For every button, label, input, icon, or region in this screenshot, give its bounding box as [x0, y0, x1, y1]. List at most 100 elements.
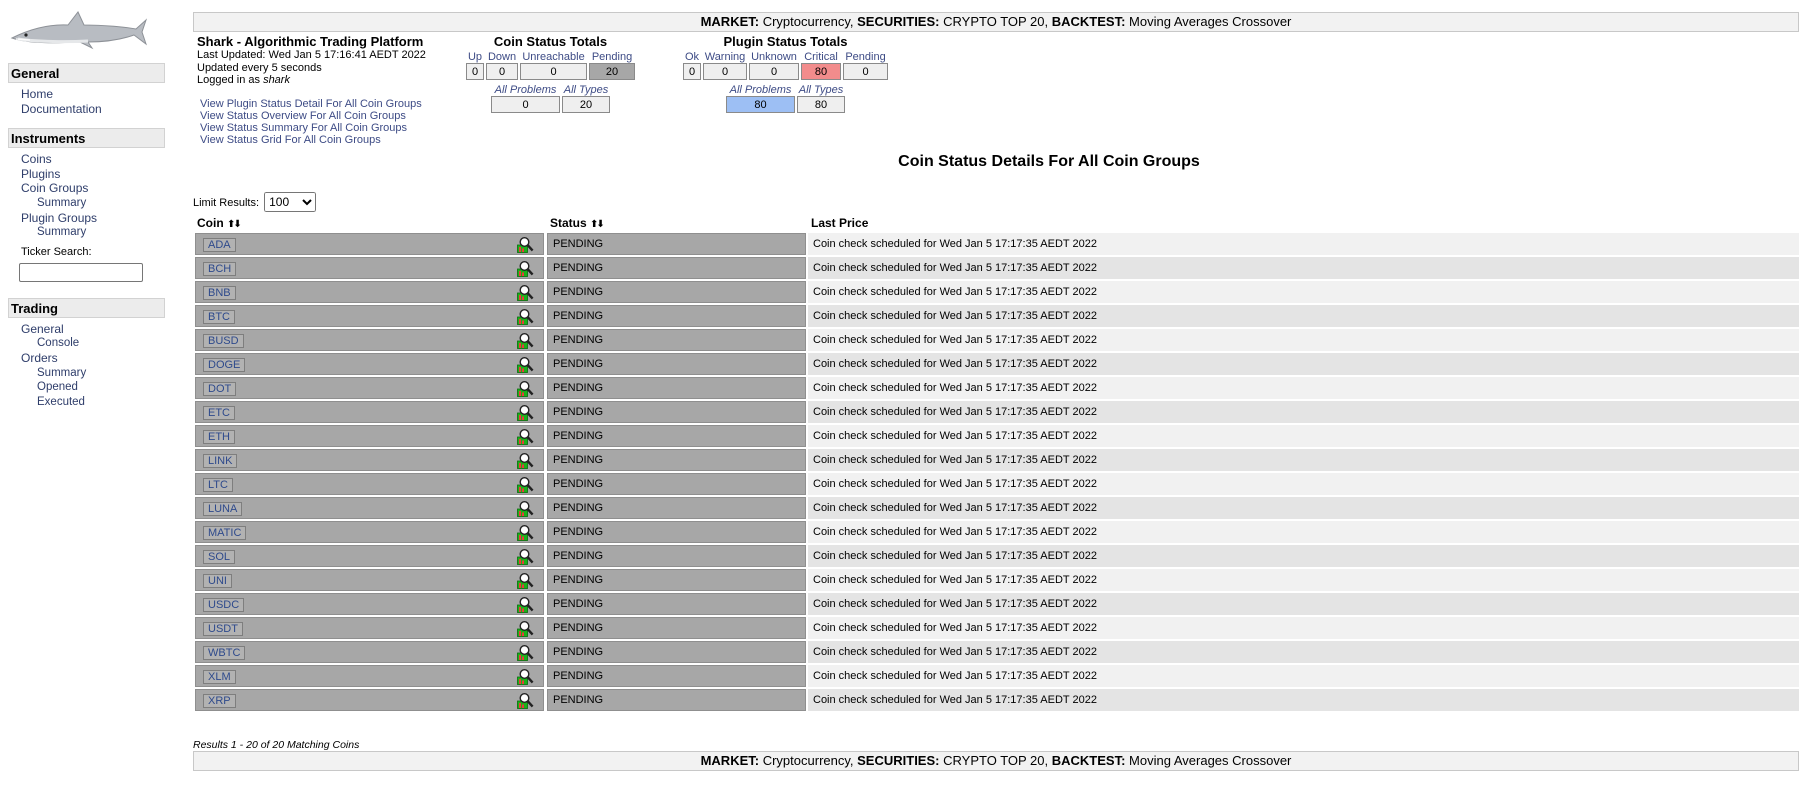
magnifier-chart-icon[interactable] — [517, 452, 534, 469]
coin-link[interactable]: ETC — [203, 406, 235, 420]
magnifier-chart-icon[interactable] — [517, 380, 534, 397]
coin-link[interactable]: WBTC — [203, 646, 246, 660]
coin-link[interactable]: UNI — [203, 574, 232, 588]
sidebar-item-orders-opened[interactable]: Opened — [37, 380, 165, 395]
coin-cell: UNI — [195, 569, 544, 591]
magnifier-chart-icon[interactable] — [517, 284, 534, 301]
sidebar-item-orders-summary[interactable]: Summary — [37, 366, 165, 381]
coin-cell: ADA — [195, 233, 544, 255]
magnifier-chart-icon[interactable] — [517, 260, 534, 277]
plugin-total-header-all-problems[interactable]: All Problems — [726, 84, 795, 96]
ticker-search-input[interactable] — [19, 262, 143, 282]
magnifier-chart-icon[interactable] — [517, 428, 534, 445]
coin-link[interactable]: USDC — [203, 598, 245, 612]
coin-total-header-up[interactable]: Up — [466, 51, 484, 63]
coin-total-header-unreachable[interactable]: Unreachable — [520, 51, 587, 63]
sidebar: General Home Documentation Instruments C… — [8, 10, 165, 409]
coin-link[interactable]: BTC — [203, 310, 235, 324]
magnifier-chart-icon[interactable] — [517, 572, 534, 589]
last-price-cell: Coin check scheduled for Wed Jan 5 17:17… — [808, 449, 1799, 471]
sidebar-item-documentation[interactable]: Documentation — [21, 102, 165, 117]
magnifier-chart-icon[interactable] — [517, 236, 534, 253]
sidebar-item-orders[interactable]: Orders — [21, 351, 165, 366]
coin-cell: SOL — [195, 545, 544, 567]
magnifier-chart-icon[interactable] — [517, 524, 534, 541]
coin-link[interactable]: MATIC — [203, 526, 247, 540]
sidebar-item-plugin-groups-summary[interactable]: Summary — [37, 225, 165, 240]
magnifier-chart-icon[interactable] — [517, 500, 534, 517]
plugin-total-header-pending[interactable]: Pending — [843, 51, 888, 63]
magnifier-chart-icon[interactable] — [517, 332, 534, 349]
magnifier-chart-icon[interactable] — [517, 692, 534, 709]
sort-arrows-icon[interactable]: ⬆⬇ — [590, 219, 605, 230]
link-plugin-status-detail[interactable]: View Plugin Status Detail For All Coin G… — [200, 98, 422, 110]
coin-status-totals: Coin Status Totals Up Down Unreachable P… — [464, 34, 637, 113]
coin-link[interactable]: BCH — [203, 262, 237, 276]
magnifier-chart-icon[interactable] — [517, 620, 534, 637]
sidebar-item-coins[interactable]: Coins — [21, 152, 165, 167]
coin-link[interactable]: BNB — [203, 286, 236, 300]
coin-cell: LUNA — [195, 497, 544, 519]
coin-total-header-all-types[interactable]: All Types — [562, 84, 610, 96]
sidebar-item-coin-groups-summary[interactable]: Summary — [37, 196, 165, 211]
backtest-value: Moving Averages Crossover — [1129, 14, 1292, 29]
coin-link[interactable]: ETH — [203, 430, 235, 444]
link-status-summary[interactable]: View Status Summary For All Coin Groups — [200, 122, 422, 134]
securities-value: CRYPTO TOP 20, — [943, 14, 1049, 29]
plugin-total-header-ok[interactable]: Ok — [683, 51, 701, 63]
coin-cell: BCH — [195, 257, 544, 279]
coin-link[interactable]: SOL — [203, 550, 236, 564]
status-cell: PENDING — [547, 665, 806, 687]
shark-logo[interactable] — [8, 10, 148, 52]
coin-link[interactable]: LTC — [203, 478, 233, 492]
sidebar-item-coin-groups[interactable]: Coin Groups — [21, 181, 165, 196]
last-price-cell: Coin check scheduled for Wed Jan 5 17:17… — [808, 665, 1799, 687]
last-price-cell: Coin check scheduled for Wed Jan 5 17:17… — [808, 353, 1799, 375]
status-cell: PENDING — [547, 353, 806, 375]
plugin-total-header-warning[interactable]: Warning — [703, 51, 747, 63]
link-status-overview[interactable]: View Status Overview For All Coin Groups — [200, 110, 422, 122]
sidebar-item-home[interactable]: Home — [21, 87, 165, 102]
coin-link[interactable]: USDT — [203, 622, 243, 636]
ticker-search-label: Ticker Search: — [21, 245, 92, 258]
coin-link[interactable]: DOGE — [203, 358, 246, 372]
sidebar-item-console[interactable]: Console — [37, 336, 165, 351]
magnifier-chart-icon[interactable] — [517, 308, 534, 325]
magnifier-chart-icon[interactable] — [517, 668, 534, 685]
coin-link[interactable]: ADA — [203, 238, 236, 252]
sort-arrows-icon[interactable]: ⬆⬇ — [227, 219, 242, 230]
coin-link[interactable]: LUNA — [203, 502, 243, 516]
coin-link[interactable]: XRP — [203, 694, 236, 708]
sidebar-item-plugins[interactable]: Plugins — [21, 167, 165, 182]
link-status-grid[interactable]: View Status Grid For All Coin Groups — [200, 134, 422, 146]
coin-link[interactable]: DOT — [203, 382, 237, 396]
coin-total-header-pending[interactable]: Pending — [589, 51, 635, 63]
magnifier-chart-icon[interactable] — [517, 404, 534, 421]
plugin-total-header-unknown[interactable]: Unknown — [749, 51, 799, 63]
sidebar-item-trading-general[interactable]: General — [21, 322, 165, 337]
status-cell: PENDING — [547, 593, 806, 615]
sidebar-item-orders-executed[interactable]: Executed — [37, 395, 165, 410]
column-header-last-price-label: Last Price — [811, 216, 869, 230]
coin-cell: BUSD — [195, 329, 544, 351]
magnifier-chart-icon[interactable] — [517, 548, 534, 565]
coin-status-summary-table: All Problems All Types 0 20 — [489, 84, 612, 113]
coin-total-header-down[interactable]: Down — [486, 51, 518, 63]
magnifier-chart-icon[interactable] — [517, 356, 534, 373]
status-cell: PENDING — [547, 449, 806, 471]
platform-title: Shark - Algorithmic Trading Platform — [197, 34, 424, 49]
magnifier-chart-icon[interactable] — [517, 476, 534, 493]
coin-cell: XLM — [195, 665, 544, 687]
plugin-total-header-all-types[interactable]: All Types — [797, 84, 845, 96]
magnifier-chart-icon[interactable] — [517, 644, 534, 661]
coin-link[interactable]: XLM — [203, 670, 236, 684]
coin-cell: USDT — [195, 617, 544, 639]
last-price-cell: Coin check scheduled for Wed Jan 5 17:17… — [808, 281, 1799, 303]
plugin-total-header-critical[interactable]: Critical — [801, 51, 841, 63]
limit-results-select[interactable]: 100 — [264, 192, 317, 212]
magnifier-chart-icon[interactable] — [517, 596, 534, 613]
sidebar-item-plugin-groups[interactable]: Plugin Groups — [21, 211, 165, 226]
coin-total-header-all-problems[interactable]: All Problems — [491, 84, 560, 96]
coin-link[interactable]: BUSD — [203, 334, 244, 348]
coin-link[interactable]: LINK — [203, 454, 238, 468]
